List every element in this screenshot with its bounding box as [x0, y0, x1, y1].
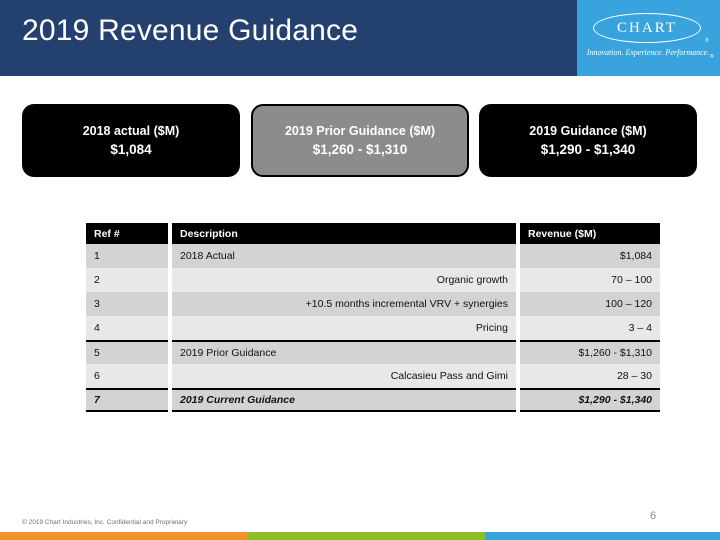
table-body: 1 2018 Actual $1,084 2 Organic growth 70 – 10…: [86, 244, 660, 412]
chart-logo-panel: CHART ® Innovation. Experience. Performa…: [577, 0, 720, 76]
table-header-row: Ref # Description Revenue ($M): [86, 223, 660, 244]
cell-ref: 1: [86, 244, 168, 268]
accent-bar-orange: [0, 532, 248, 540]
cell-revenue: 28 – 30: [520, 364, 660, 388]
logo-trademark-icon: ®: [705, 38, 709, 44]
callout-value: $1,260 - $1,310: [312, 141, 408, 157]
cell-ref: 4: [86, 316, 168, 340]
cell-revenue: 70 – 100: [520, 268, 660, 292]
cell-description: Organic growth: [172, 268, 516, 292]
callout-value: $1,084: [110, 141, 152, 157]
footer-page-number: 6: [650, 510, 657, 522]
cell-ref: 5: [86, 340, 168, 364]
column-header-description: Description: [172, 223, 516, 244]
table-header: Ref # Description Revenue ($M): [86, 223, 660, 244]
table-row: 3 +10.5 months incremental VRV + synergie…: [86, 292, 660, 316]
callout-title: 2019 Prior Guidance ($M): [284, 123, 436, 138]
table-row: 7 2019 Current Guidance $1,290 - $1,340: [86, 388, 660, 412]
cell-description: 2018 Actual: [172, 244, 516, 268]
slide-header: 2019 Revenue Guidance CHART ® Innovation…: [0, 0, 720, 76]
callout-2019-guidance: 2019 Guidance ($M) $1,290 - $1,340: [479, 104, 697, 177]
table-row: 1 2018 Actual $1,084: [86, 244, 660, 268]
accent-bar: [0, 532, 720, 540]
cell-description: 2019 Current Guidance: [172, 388, 516, 412]
logo-tagline: Innovation. Experience. Performance.: [586, 48, 710, 57]
cell-ref: 7: [86, 388, 168, 412]
callout-2018-actual: 2018 actual ($M) $1,084: [22, 104, 240, 177]
column-header-revenue: Revenue ($M): [520, 223, 660, 244]
accent-bar-blue: [485, 532, 720, 540]
cell-description: Calcasieu Pass and Gimi: [172, 364, 516, 388]
logo-wordmark: CHART: [617, 20, 677, 36]
accent-bar-green: [248, 532, 485, 540]
page-title: 2019 Revenue Guidance: [22, 14, 359, 47]
cell-description: Pricing: [172, 316, 516, 340]
logo-tagline-trademark-icon: ®: [710, 54, 714, 60]
cell-ref: 3: [86, 292, 168, 316]
callout-title: 2019 Guidance ($M): [529, 123, 647, 138]
callout-2019-prior-guidance: 2019 Prior Guidance ($M) $1,260 - $1,310: [251, 104, 469, 177]
logo-ellipse-icon: CHART: [593, 13, 701, 43]
callout-value: $1,290 - $1,340: [540, 141, 636, 157]
cell-revenue: 100 – 120: [520, 292, 660, 316]
cell-revenue: $1,260 - $1,310: [520, 340, 660, 364]
revenue-bridge-table: Ref # Description Revenue ($M) 1 2018 Act…: [86, 223, 660, 412]
cell-revenue: $1,084: [520, 244, 660, 268]
footer-copyright: © 2019 Chart Industries, Inc. Confidenti…: [22, 519, 188, 526]
table-row: 6 Calcasieu Pass and Gimi 28 – 30: [86, 364, 660, 388]
callout-title: 2018 actual ($M): [82, 123, 180, 138]
cell-revenue: 3 – 4: [520, 316, 660, 340]
cell-ref: 6: [86, 364, 168, 388]
cell-description: 2019 Prior Guidance: [172, 340, 516, 364]
cell-revenue: $1,290 - $1,340: [520, 388, 660, 412]
column-header-ref: Ref #: [86, 223, 168, 244]
table-row: 5 2019 Prior Guidance $1,260 - $1,310: [86, 340, 660, 364]
cell-ref: 2: [86, 268, 168, 292]
cell-description: +10.5 months incremental VRV + synergies: [172, 292, 516, 316]
table-row: 4 Pricing 3 – 4: [86, 316, 660, 340]
table-row: 2 Organic growth 70 – 100: [86, 268, 660, 292]
